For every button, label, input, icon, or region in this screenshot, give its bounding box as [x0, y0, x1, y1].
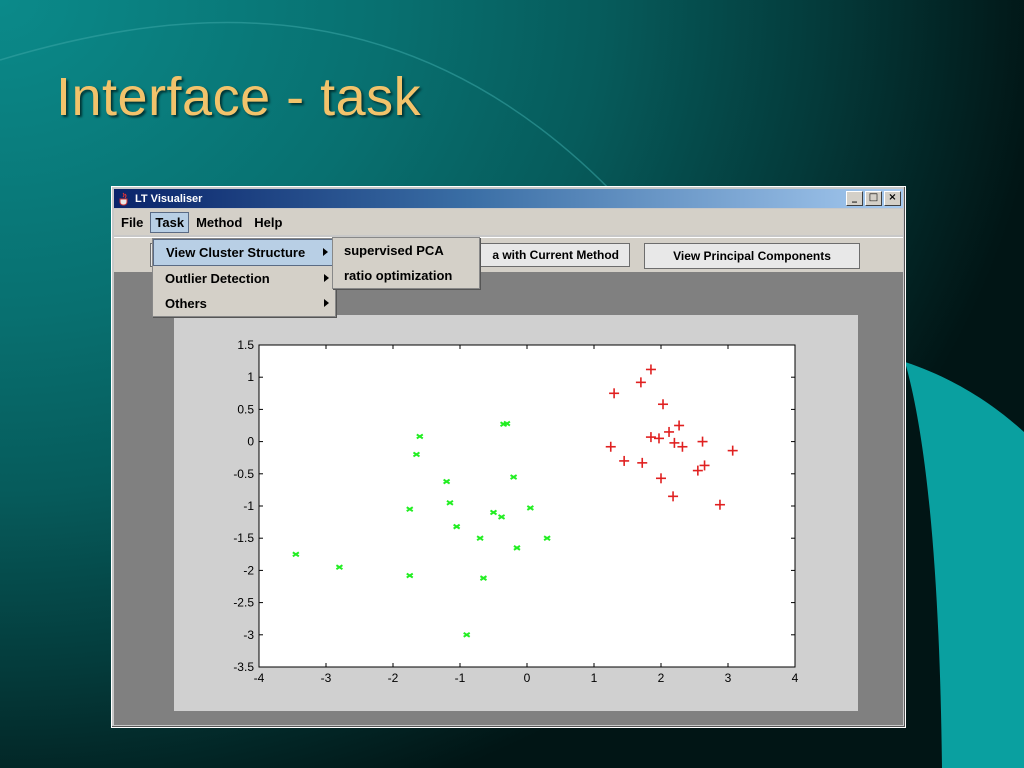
menu-file[interactable]: File	[116, 212, 148, 233]
submenu-arrow-icon	[323, 248, 328, 256]
y-tick-label: -3	[243, 628, 254, 642]
menu-item-label: View Cluster Structure	[166, 245, 306, 260]
x-tick-label: 3	[725, 671, 732, 685]
menu-item-label: Outlier Detection	[165, 271, 270, 286]
menu-item-label: supervised PCA	[344, 243, 444, 258]
x-tick-label: -2	[388, 671, 399, 685]
menu-item-label: Others	[165, 296, 207, 311]
task-menu: View Cluster Structure Outlier Detection…	[152, 238, 336, 317]
menu-item-view-cluster-structure[interactable]: View Cluster Structure	[153, 239, 335, 266]
menu-item-ratio-optimization[interactable]: ratio optimization	[333, 263, 479, 288]
menu-item-others[interactable]: Others	[153, 291, 335, 316]
y-tick-label: 0	[247, 435, 254, 449]
y-tick-label: 1.5	[237, 338, 254, 352]
plot-area	[258, 344, 796, 668]
y-tick-label: -1.5	[233, 531, 254, 545]
maximize-button[interactable]: □	[865, 191, 882, 206]
y-tick-label: 0.5	[237, 402, 254, 416]
menu-method[interactable]: Method	[191, 212, 247, 233]
cluster-structure-submenu: supervised PCA ratio optimization	[332, 237, 480, 289]
menu-item-outlier-detection[interactable]: Outlier Detection	[153, 266, 335, 291]
menu-item-supervised-pca[interactable]: supervised PCA	[333, 238, 479, 263]
y-tick-label: -3.5	[233, 660, 254, 674]
x-tick-label: -3	[321, 671, 332, 685]
minimize-button[interactable]: _	[846, 191, 863, 206]
menu-help[interactable]: Help	[249, 212, 287, 233]
x-tick-label: 0	[524, 671, 531, 685]
y-tick-label: -1	[243, 499, 254, 513]
x-tick-label: -4	[254, 671, 265, 685]
slide-title: Interface - task	[56, 67, 422, 127]
window-titlebar[interactable]: LT Visualiser _ □ ×	[114, 189, 903, 208]
y-tick-label: -0.5	[233, 467, 254, 481]
x-tick-label: -1	[455, 671, 466, 685]
y-tick-label: -2.5	[233, 596, 254, 610]
y-tick-label: 1	[247, 370, 254, 384]
submenu-arrow-icon	[324, 299, 329, 307]
view-principal-components-button[interactable]: View Principal Components	[644, 243, 860, 269]
x-tick-label: 2	[658, 671, 665, 685]
java-cup-icon	[119, 192, 128, 205]
window-title: LT Visualiser	[135, 192, 203, 205]
menu-item-label: ratio optimization	[344, 268, 453, 283]
menu-task[interactable]: Task	[150, 211, 190, 233]
submenu-arrow-icon	[324, 274, 329, 282]
y-tick-label: -2	[243, 563, 254, 577]
scatter-plot: -4 -3 -2 -1 0 1 2 3 4 1.5 1 0.5 0 -0.5 -1 -1.5 -2 -2.5 -3 -…	[233, 338, 799, 685]
x-tick-label: 1	[591, 671, 598, 685]
x-tick-label: 4	[792, 671, 799, 685]
close-button[interactable]: ×	[884, 191, 901, 206]
menu-bar: File Task Method Help	[114, 209, 903, 235]
plot-panel: -4 -3 -2 -1 0 1 2 3 4 1.5 1 0.5 0 -0.5 -1 -1.5 -2 -2.5 -3 -…	[174, 315, 858, 711]
